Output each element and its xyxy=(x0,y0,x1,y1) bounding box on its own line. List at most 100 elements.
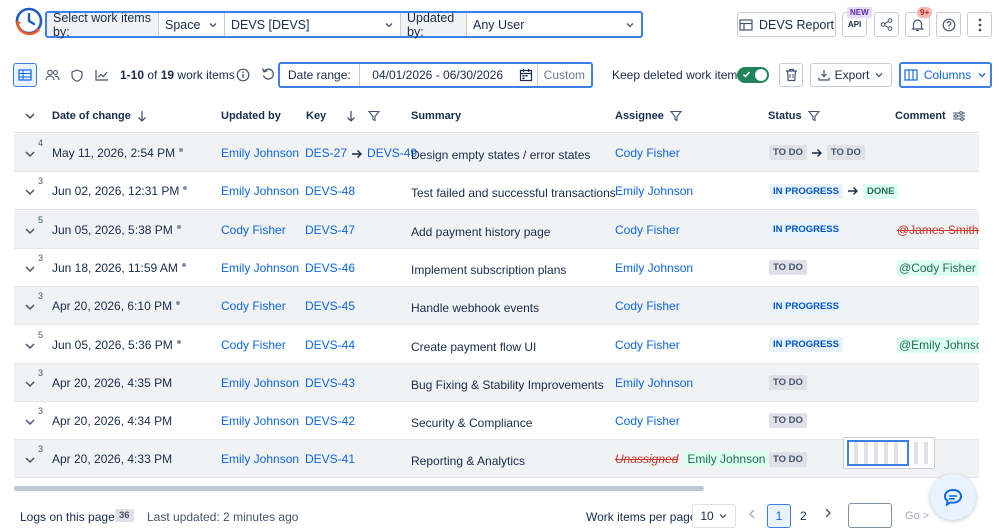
refresh-icon[interactable] xyxy=(261,67,275,81)
column-date[interactable]: Date of change xyxy=(52,110,147,122)
logs-count-badge: 36 xyxy=(115,509,134,522)
expand-row-icon[interactable] xyxy=(24,148,36,160)
updated-by-link[interactable]: Emily Johnson xyxy=(221,452,299,466)
date-range-picker[interactable]: Date range: 04/01/2026 - 06/30/2026 Cust… xyxy=(278,62,593,88)
table-row[interactable]: 3 Jun 18, 2026, 11:59 AM Emily Johnson DEVS… xyxy=(14,249,979,287)
horizontal-scrollbar[interactable] xyxy=(14,486,704,491)
devs-report-button[interactable]: DEVS Report xyxy=(737,12,836,37)
assignee-link[interactable]: Cody Fisher xyxy=(615,223,680,237)
filter-settings-icon[interactable] xyxy=(952,110,966,122)
select-type-dropdown[interactable]: Space xyxy=(159,13,225,36)
key-link[interactable]: DEVS-42 xyxy=(305,414,355,428)
column-updated-by[interactable]: Updated by xyxy=(221,110,281,122)
updated-by-link[interactable]: Emily Johnson xyxy=(221,414,299,428)
columns-button[interactable]: Columns xyxy=(899,62,992,88)
key-link[interactable]: DEVS-47 xyxy=(305,223,355,237)
table-view-button[interactable] xyxy=(13,63,37,87)
assignee-link[interactable]: Cody Fisher xyxy=(615,146,680,160)
date-custom-option[interactable]: Custom xyxy=(538,68,591,82)
updated-by-link[interactable]: Emily Johnson xyxy=(221,261,299,275)
chat-button[interactable] xyxy=(930,474,976,520)
key-link[interactable]: DEVS-41 xyxy=(305,452,355,466)
table-row[interactable]: 3 Apr 20, 2026, 6:10 PM Cody Fisher DEVS-45… xyxy=(14,287,979,326)
previous-page-button[interactable] xyxy=(748,509,756,519)
next-page-button[interactable] xyxy=(824,508,832,518)
updated-by-link[interactable]: Cody Fisher xyxy=(221,223,286,237)
column-key[interactable]: Key xyxy=(306,110,381,122)
filter-icon[interactable] xyxy=(368,110,381,122)
table-minimap[interactable] xyxy=(843,437,935,469)
help-button[interactable] xyxy=(936,12,961,37)
assignee-link[interactable]: Emily Johnson xyxy=(615,261,693,275)
table-row[interactable]: 3 Apr 20, 2026, 4:33 PM Emily Johnson DEVS-… xyxy=(14,440,979,479)
go-button[interactable]: Go > xyxy=(905,510,929,522)
key-link[interactable]: DEVS-44 xyxy=(305,338,355,352)
api-label: API xyxy=(847,20,862,29)
table-row[interactable]: 4 May 11, 2026, 2:54 PM Emily Johnson DES-2… xyxy=(14,134,979,172)
assignee-link[interactable]: Cody Fisher xyxy=(615,414,680,428)
column-key-label: Key xyxy=(306,110,327,122)
key-to-link[interactable]: DEVS-49 xyxy=(367,146,417,160)
status-lozenge: TO DO xyxy=(769,260,807,276)
collapse-all-icon[interactable] xyxy=(24,110,36,122)
column-assignee[interactable]: Assignee xyxy=(615,110,682,122)
page-1-button[interactable]: 1 xyxy=(767,504,791,528)
table-row[interactable]: 3 Apr 20, 2026, 4:35 PM Emily Johnson DEVS-… xyxy=(14,363,979,402)
summary-text: Handle webhook events xyxy=(411,301,540,316)
table-row[interactable]: 5 Jun 05, 2026, 5:36 PM Cody Fisher DEVS-44… xyxy=(14,326,979,364)
delete-button[interactable] xyxy=(779,63,803,87)
column-status[interactable]: Status xyxy=(768,110,820,122)
space-dropdown[interactable]: DEVS [DEVS] xyxy=(225,13,401,36)
expand-row-icon[interactable] xyxy=(24,225,36,237)
sort-arrow-down-icon[interactable] xyxy=(137,110,147,122)
key-link[interactable]: DEVS-45 xyxy=(305,299,355,313)
column-summary[interactable]: Summary xyxy=(411,110,461,122)
filter-icon[interactable] xyxy=(669,110,682,122)
assignee-link[interactable]: Emily Johnson xyxy=(615,184,693,198)
expand-row-icon[interactable] xyxy=(24,454,36,466)
updated-by-link[interactable]: Emily Johnson xyxy=(221,376,299,390)
select-by-label: Select work items by: xyxy=(47,11,159,39)
expand-row-icon[interactable] xyxy=(24,416,36,428)
export-button[interactable]: Export xyxy=(810,63,892,87)
updated-by-dropdown[interactable]: Any User xyxy=(467,13,641,36)
table-row[interactable]: 3 Jun 02, 2026, 12:31 PM Emily Johnson DEVS… xyxy=(14,172,979,211)
updated-by-link[interactable]: Emily Johnson xyxy=(221,146,299,160)
users-view-button[interactable] xyxy=(40,63,64,87)
key-link[interactable]: DEVS-48 xyxy=(305,184,355,198)
table-row[interactable]: 5 Jun 05, 2026, 5:38 PM Cody Fisher DEVS-47… xyxy=(14,210,979,249)
key-link[interactable]: DEVS-46 xyxy=(305,261,355,275)
assignee-link[interactable]: Cody Fisher xyxy=(615,338,680,352)
per-page-select[interactable]: 10 xyxy=(692,504,736,528)
assignee-link[interactable]: Cody Fisher xyxy=(615,299,680,313)
key-link[interactable]: DEVS-43 xyxy=(305,376,355,390)
filter-icon[interactable] xyxy=(807,110,820,122)
assignee-link[interactable]: Emily Johnson xyxy=(615,376,693,390)
sort-arrow-down-icon[interactable] xyxy=(346,110,356,122)
work-items-table: Date of change Updated by Key Summary As… xyxy=(14,99,979,480)
page-2-button[interactable]: 2 xyxy=(800,509,807,523)
updated-by-link[interactable]: Cody Fisher xyxy=(221,299,286,313)
chart-view-button[interactable] xyxy=(90,63,114,87)
expand-row-icon[interactable] xyxy=(24,301,36,313)
assignee-new: Emily Johnson xyxy=(684,451,769,468)
table-row[interactable]: 3 Apr 20, 2026, 4:34 PM Emily Johnson DEVS-… xyxy=(14,402,979,441)
status-lozenge: TO DO xyxy=(769,451,807,467)
updated-by-link[interactable]: Cody Fisher xyxy=(221,338,286,352)
shield-view-button[interactable] xyxy=(65,63,89,87)
go-to-page-input[interactable] xyxy=(848,503,892,528)
key-link[interactable]: DES-27 xyxy=(305,146,347,160)
assignee-old: Unassigned xyxy=(615,452,679,467)
column-comment[interactable]: Comment xyxy=(895,110,966,122)
info-icon[interactable] xyxy=(236,68,250,82)
share-button[interactable] xyxy=(874,12,899,37)
expand-row-icon[interactable] xyxy=(24,263,36,275)
expand-row-icon[interactable] xyxy=(24,340,36,352)
expand-row-icon[interactable] xyxy=(24,186,36,198)
more-options-button[interactable] xyxy=(967,12,992,37)
updated-by-link[interactable]: Emily Johnson xyxy=(221,184,299,198)
keep-deleted-toggle[interactable] xyxy=(737,67,769,83)
expand-row-icon[interactable] xyxy=(24,378,36,390)
calendar-icon[interactable] xyxy=(516,64,538,86)
date-range-value[interactable]: 04/01/2026 - 06/30/2026 xyxy=(360,68,516,82)
